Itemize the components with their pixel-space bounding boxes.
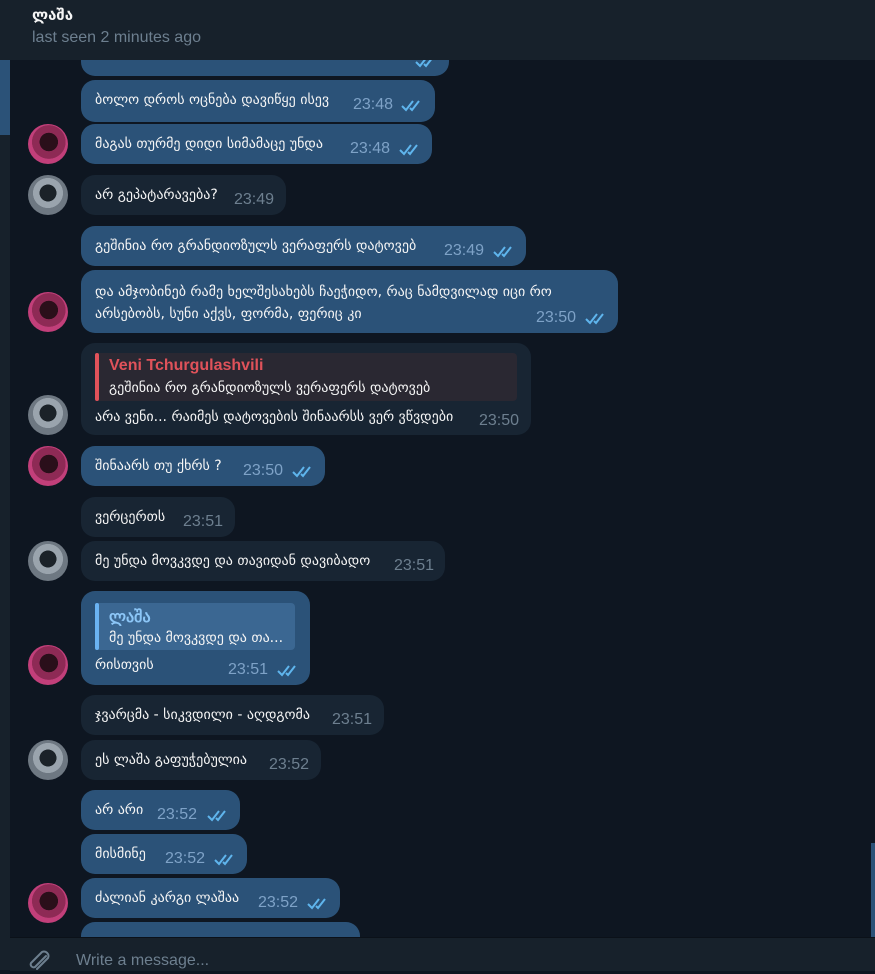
message-bubble-outgoing[interactable]: გეშინია რო გრანდიოზულს ვერაფერს დატოვებ …: [81, 226, 526, 266]
contact-avatar[interactable]: [28, 124, 68, 164]
message-bubble-outgoing[interactable]: არ არი 23:52: [81, 790, 240, 830]
double-check-icon: [399, 144, 418, 156]
message-time: 23:51: [332, 711, 373, 728]
message-time: 23:48: [350, 140, 391, 157]
reply-quote-bar: [95, 353, 99, 401]
message-time: 23:50: [243, 462, 284, 479]
message-bubble-outgoing[interactable]: შინაარს თუ ქხრს ? 23:50: [81, 446, 325, 486]
message-text: რისთვის: [95, 657, 154, 673]
reply-quote[interactable]: Veni Tchurgulashvili გეშინია რო გრანდიოზ…: [95, 353, 517, 401]
scroll-indicator[interactable]: [871, 843, 875, 943]
message-time: 23:51: [394, 557, 435, 574]
message-bubble-clipped[interactable]: [81, 922, 360, 937]
message-bubble-incoming[interactable]: მე უნდა მოვკვდე და თავიდან დავიბადო 23:5…: [81, 541, 445, 581]
message-time: 23:50: [536, 309, 577, 326]
message-text: მისმინე: [95, 846, 146, 862]
contact-name[interactable]: ლაშა: [32, 6, 73, 24]
contact-avatar[interactable]: [28, 645, 68, 685]
message-bubble-outgoing[interactable]: ლაშა მე უნდა მოვკვდე და თა... რისთვის 23…: [81, 591, 310, 685]
message-time: 23:52: [165, 850, 206, 867]
message-text: გეშინია რო გრანდიოზულს ვერაფერს დატოვებ: [95, 238, 417, 254]
message-bubble-incoming[interactable]: Veni Tchurgulashvili გეშინია რო გრანდიოზ…: [81, 343, 531, 435]
message-bubble-incoming[interactable]: ეს ლაშა გაფუჭებულია 23:52: [81, 740, 321, 780]
message-time: 23:49: [444, 242, 485, 259]
double-check-icon: [307, 898, 326, 910]
message-text: შინაარს თუ ქხრს ?: [95, 458, 222, 474]
message-text: არა ვენი... რაიმეს დატოვების შინაარსს ვე…: [95, 409, 454, 425]
message-text: არ გეპატარავება?: [95, 187, 218, 203]
message-time: 23:52: [157, 806, 198, 823]
double-check-icon: [292, 466, 311, 478]
message-time: 23:49: [234, 191, 275, 208]
double-check-icon: [207, 810, 226, 822]
double-check-icon: [214, 854, 233, 866]
double-check-icon: [493, 246, 512, 258]
composer-bar: [10, 937, 875, 971]
contact-avatar[interactable]: [28, 292, 68, 332]
double-check-icon: [277, 665, 296, 677]
message-text: მე უნდა მოვკვდე და თავიდან დავიბადო: [95, 553, 371, 569]
last-seen-status: last seen 2 minutes ago: [32, 29, 201, 46]
message-text: ვერცერთს: [95, 509, 166, 525]
message-bubble-outgoing[interactable]: მისმინე 23:52: [81, 834, 247, 874]
reply-quote-bar: [95, 603, 99, 650]
message-bubble-outgoing[interactable]: ძალიან კარგი ლაშაა 23:52: [81, 878, 340, 918]
contact-avatar[interactable]: [28, 883, 68, 923]
left-panel-strip: [0, 0, 10, 970]
message-input[interactable]: [74, 938, 854, 971]
contact-avatar[interactable]: [28, 395, 68, 435]
contact-avatar[interactable]: [28, 175, 68, 215]
message-text: ბოლო დროს ოცნება დავიწყე ისევ: [95, 92, 330, 108]
message-bubble-incoming[interactable]: ჯვარცმა - სიკვდილი - აღდგომა 23:51: [81, 695, 384, 735]
message-bubble-incoming[interactable]: არ გეპატარავება? 23:49: [81, 175, 286, 215]
message-text: არ არი: [95, 802, 144, 818]
reply-quote[interactable]: ლაშა მე უნდა მოვკვდე და თა...: [95, 603, 295, 650]
contact-avatar[interactable]: [28, 541, 68, 581]
message-bubble-outgoing[interactable]: და ამჯობინებ რამე ხელშესახებს ჩაეჭიდო, რ…: [81, 270, 618, 333]
message-text: ჯვარცმა - სიკვდილი - აღდგომა: [95, 707, 310, 723]
message-time: 23:51: [228, 661, 269, 678]
message-time: 23:50: [479, 412, 520, 429]
message-list[interactable]: ბოლო დროს ოცნება დავიწყე ისევ 23:48 მაგა…: [10, 0, 875, 937]
message-bubble-incoming[interactable]: ვერცერთს 23:51: [81, 497, 235, 537]
double-check-icon: [585, 313, 604, 325]
contact-avatar[interactable]: [28, 446, 68, 486]
contact-avatar[interactable]: [28, 740, 68, 780]
message-time: 23:48: [353, 96, 394, 113]
reply-author: ლაშა: [109, 609, 151, 626]
message-bubble-outgoing[interactable]: ბოლო დროს ოცნება დავიწყე ისევ 23:48: [81, 80, 435, 122]
double-check-icon: [401, 100, 420, 112]
message-text: ძალიან კარგი ლაშაა: [95, 890, 240, 906]
message-time: 23:52: [269, 756, 310, 773]
left-panel-accent: [0, 60, 10, 135]
paperclip-icon[interactable]: [26, 950, 54, 974]
message-bubble-outgoing[interactable]: მაგას თურმე დიდი სიმამაცე უნდა 23:48: [81, 124, 432, 164]
chat-header[interactable]: ლაშა last seen 2 minutes ago: [10, 0, 875, 60]
message-text: მაგას თურმე დიდი სიმამაცე უნდა: [95, 136, 323, 152]
reply-text: მე უნდა მოვკვდე და თა...: [109, 630, 284, 646]
message-time: 23:52: [258, 894, 299, 911]
message-time: 23:51: [183, 513, 224, 530]
message-text: ეს ლაშა გაფუჭებულია: [95, 752, 248, 768]
message-text: და ამჯობინებ რამე ხელშესახებს ჩაეჭიდო, რ…: [95, 284, 552, 322]
reply-author: Veni Tchurgulashvili: [109, 357, 264, 374]
reply-text: გეშინია რო გრანდიოზულს ვერაფერს დატოვებ: [109, 380, 431, 396]
